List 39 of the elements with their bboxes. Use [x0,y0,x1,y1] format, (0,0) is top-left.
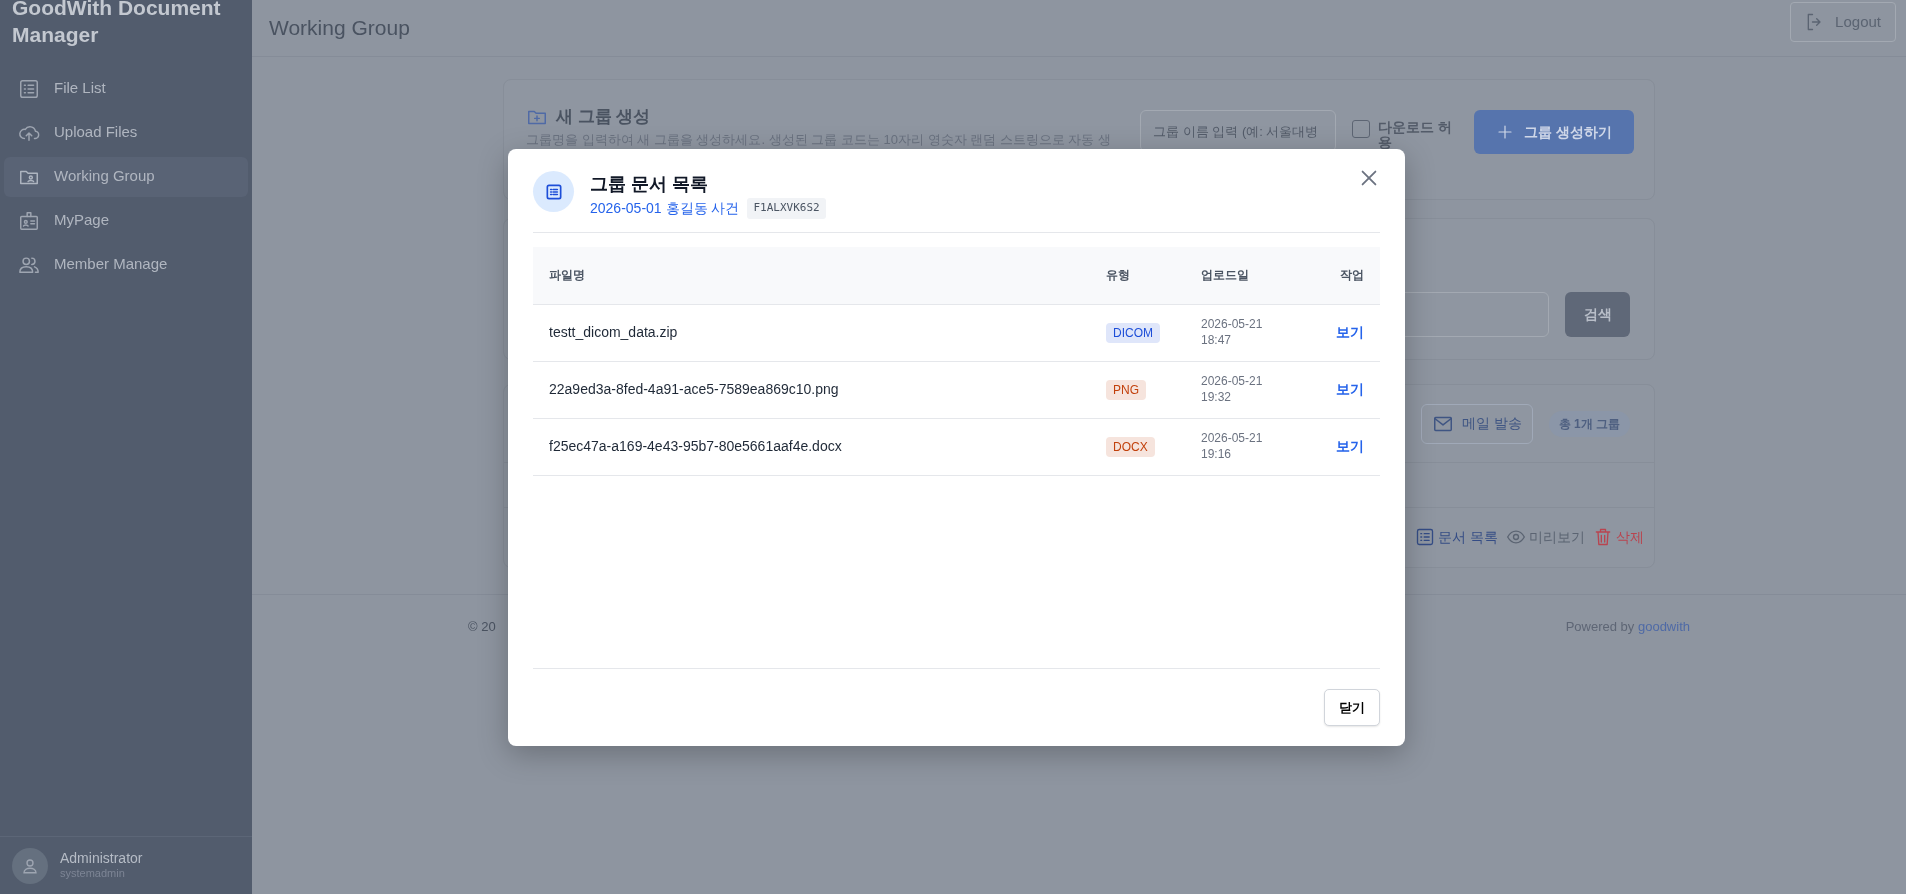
file-name: testt_dicom_data.zip [533,304,1090,361]
view-link[interactable]: 보기 [1336,379,1364,400]
file-name: f25ec47a-a169-4e43-95b7-80e5661aaf4e.docx [533,418,1090,475]
upload-date: 2026-05-21 18:47 [1201,316,1264,349]
mail-button[interactable]: 메일 발송 [1420,403,1533,444]
column-header: 작업 [1310,247,1380,304]
group-code: F1ALXVK6S2 [747,198,826,219]
file-type-tag: PNG [1106,380,1146,400]
column-header: 유형 [1090,247,1185,304]
file-type-tag: DICOM [1106,323,1160,343]
column-header: 업로드일 [1185,247,1310,304]
checkbox-label: 다운로드 허용 [1378,120,1453,151]
close-dialog-button[interactable]: 닫기 [1324,689,1380,726]
sidebar-item[interactable]: File List [4,68,248,109]
search-button[interactable]: 검색 [1565,292,1630,337]
column-header: 파일명 [533,247,1090,304]
file-type-tag: DOCX [1106,437,1155,457]
upload-date: 2026-05-21 19:32 [1201,373,1264,406]
group-name: 2026-05-01 홍길동 사건 [590,199,740,218]
footer-link[interactable]: goodwith [1637,619,1690,634]
action-link[interactable]: 삭제 [1593,526,1644,548]
group-count: 총 1개 그룹 [1548,410,1630,437]
view-link[interactable]: 보기 [1336,322,1364,343]
page-title: Working Group [269,15,410,42]
brand-title: GoodWith Document Manager [11,0,222,49]
user-name: Administrator [60,849,143,868]
copyright-text: © 20 [468,618,496,636]
file-name: 22a9ed3a-8fed-4a91-ace5-7589ea869c10.png [533,361,1090,418]
action-link[interactable]: 문서 목록 [1415,526,1498,548]
group-name-field[interactable]: 그룹 이름 입력 (예: 서울대병 [1140,110,1337,152]
sidebar-item[interactable]: Working Group [4,156,248,197]
sidebar-item[interactable]: MyPage [4,200,248,241]
modal-title: 그룹 문서 목록 [590,173,709,196]
sidebar-item[interactable]: Upload Files [4,112,248,153]
card-title: 새 그룹 생성 [556,106,651,128]
view-link[interactable]: 보기 [1336,436,1364,457]
create-group-button[interactable]: 그룹 생성하기 [1474,110,1634,154]
upload-date: 2026-05-21 19:16 [1201,430,1264,463]
sidebar-item[interactable]: Member Manage [4,244,248,285]
